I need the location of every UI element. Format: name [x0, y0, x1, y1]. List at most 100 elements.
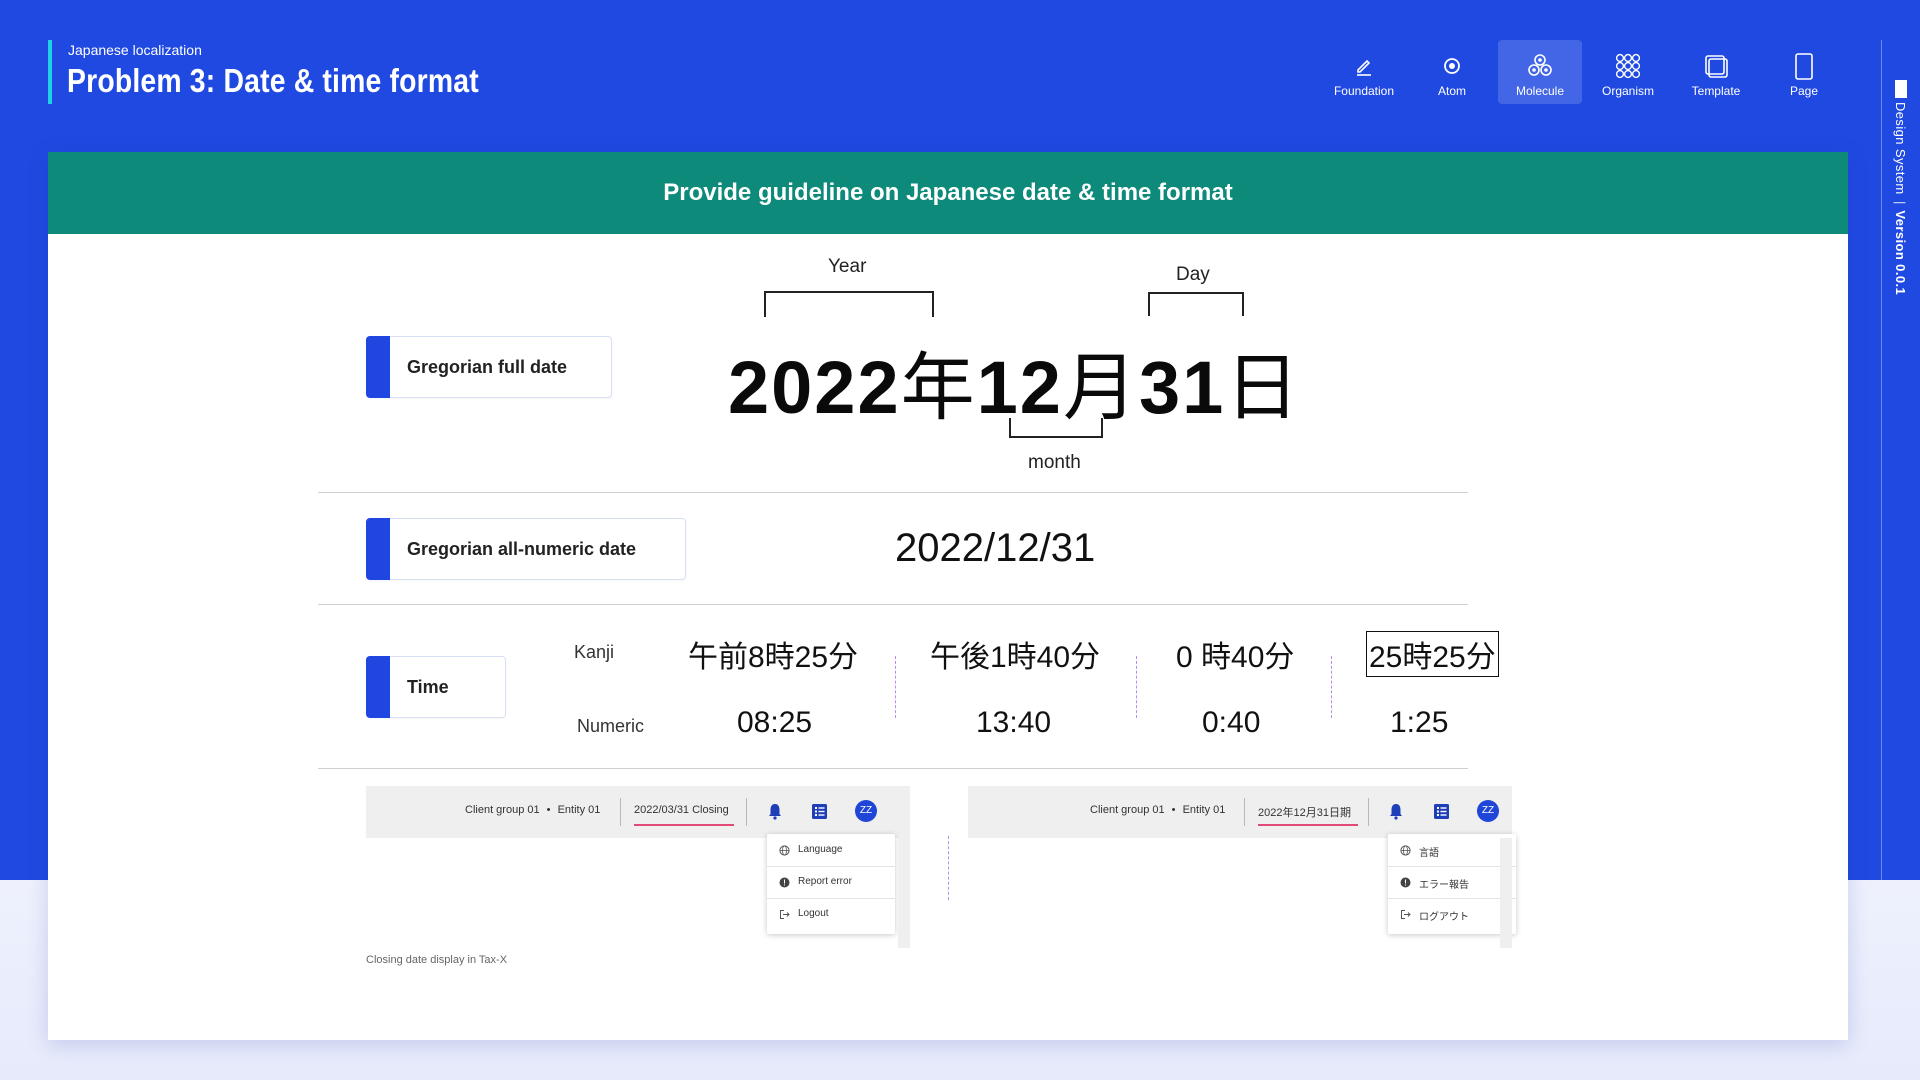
label-gregorian-full-date: Gregorian full date: [366, 336, 612, 398]
time-numeric-4: 1:25: [1390, 706, 1449, 739]
mock-breadcrumb[interactable]: Client group 01 • Entity 01: [1090, 804, 1225, 816]
month-value: 12: [976, 346, 1063, 429]
day-label: Day: [1176, 264, 1210, 285]
nav-item-template[interactable]: Template: [1674, 40, 1758, 104]
mock-header-english: Client group 01 • Entity 01 2022/03/31 C…: [366, 786, 910, 948]
mock-separator: [1368, 798, 1369, 826]
nav-item-molecule[interactable]: Molecule: [1498, 40, 1582, 104]
row-divider: [318, 768, 1468, 769]
menu-item-language[interactable]: Language: [767, 834, 895, 867]
template-icon: [1705, 55, 1728, 78]
nav-label: Organism: [1601, 84, 1654, 98]
page-icon: [1795, 53, 1813, 80]
globe-icon: [779, 845, 790, 856]
time-numeric-3: 0:40: [1202, 706, 1261, 739]
client-group-link[interactable]: Client group 01: [465, 804, 540, 816]
nav-item-foundation[interactable]: Foundation: [1322, 40, 1406, 104]
bell-icon[interactable]: [1387, 802, 1405, 820]
user-menu: Language Report error Logout: [767, 834, 895, 934]
label-tab: [366, 518, 390, 580]
day-bracket: [1148, 292, 1244, 316]
mock-separator: [1244, 798, 1245, 826]
mock-caption: Closing date display in Tax-X: [366, 954, 508, 966]
row-divider: [318, 492, 1468, 493]
version-label: Version 0.0.1: [1893, 210, 1908, 296]
closing-date[interactable]: 2022/03/31 Closing: [634, 804, 729, 816]
closing-underline: [634, 824, 734, 826]
logout-icon: [1401, 910, 1411, 919]
menu-item-language[interactable]: 言語: [1388, 834, 1516, 867]
molecule-icon: [1528, 54, 1552, 76]
menu-item-label: エラー報告: [1419, 880, 1469, 891]
page-title: Problem 3: Date & time format: [67, 62, 479, 99]
nav-item-atom[interactable]: Atom: [1410, 40, 1494, 104]
atom-icon: [1444, 58, 1460, 74]
mock-scroll-edge: [1500, 838, 1512, 948]
closing-date[interactable]: 2022年12月31日期: [1258, 804, 1351, 820]
globe-icon: [1400, 845, 1411, 856]
menu-item-label: 言語: [1419, 848, 1439, 859]
list-icon[interactable]: [1433, 803, 1450, 820]
mock-breadcrumb[interactable]: Client group 01 • Entity 01: [465, 804, 600, 816]
user-menu: 言語 エラー報告 ログアウト: [1388, 834, 1516, 934]
error-icon: [779, 877, 790, 888]
nav-label: Page: [1789, 84, 1819, 98]
menu-item-report-error[interactable]: Report error: [767, 866, 895, 899]
client-group-link[interactable]: Client group 01: [1090, 804, 1165, 816]
day-kanji: 日: [1225, 346, 1302, 429]
design-system-label: Design System: [1893, 102, 1908, 195]
time-numeric-2: 13:40: [976, 706, 1052, 739]
entity-link[interactable]: Entity 01: [1183, 804, 1226, 816]
time-kanji-4: 25時25分: [1366, 631, 1499, 677]
nav-label: Foundation: [1333, 84, 1395, 98]
year-value: 2022: [728, 346, 901, 429]
time-kanji-3: 0 時40分: [1176, 641, 1295, 674]
nav-label: Template: [1691, 84, 1741, 98]
month-kanji: 月: [1062, 346, 1139, 429]
mock-header-japanese: Client group 01 • Entity 01 2022年12月31日期…: [968, 786, 1516, 948]
time-column-separator: [895, 656, 896, 718]
mock-separator: [620, 798, 621, 826]
title-accent-bar: [48, 40, 52, 104]
day-value: 31: [1138, 346, 1226, 429]
time-kanji-1: 午前8時25分: [688, 641, 859, 674]
card-heading: Provide guideline on Japanese date & tim…: [48, 152, 1848, 234]
mock-separator: [746, 798, 747, 826]
avatar[interactable]: ZZ: [855, 800, 877, 822]
logout-icon: [780, 910, 790, 919]
label-text: Gregorian full date: [407, 357, 568, 377]
label-tab: [366, 656, 390, 718]
page-subtitle: Japanese localization: [68, 42, 202, 58]
menu-item-label: Language: [798, 844, 843, 855]
avatar[interactable]: ZZ: [1477, 800, 1499, 822]
side-label: Design System|Version 0.0.1: [1893, 102, 1908, 296]
list-icon[interactable]: [811, 803, 828, 820]
time-column-separator: [1136, 656, 1137, 718]
month-label: month: [1028, 452, 1081, 473]
breadcrumb-dot: •: [1171, 804, 1176, 816]
kanji-row-label: Kanji: [574, 642, 615, 662]
menu-item-label: ログアウト: [1419, 912, 1469, 923]
menu-item-report-error[interactable]: エラー報告: [1388, 866, 1516, 899]
label-gregorian-numeric-date: Gregorian all-numeric date: [366, 518, 686, 580]
entity-link[interactable]: Entity 01: [558, 804, 601, 816]
numeric-date-example: 2022/12/31: [895, 526, 1096, 570]
mock-top-bar: [968, 786, 1512, 838]
label-text: Time: [407, 677, 449, 697]
menu-item-label: Report error: [798, 876, 852, 887]
label-time: Time: [366, 656, 506, 718]
year-kanji: 年: [900, 346, 977, 429]
nav-item-page[interactable]: Page: [1762, 40, 1846, 104]
nav-item-organism[interactable]: Organism: [1586, 40, 1670, 104]
row-divider: [318, 604, 1468, 605]
side-divider: [1881, 40, 1882, 880]
year-bracket: [764, 291, 934, 317]
menu-item-logout[interactable]: Logout: [767, 898, 895, 930]
menu-item-logout[interactable]: ログアウト: [1388, 898, 1516, 930]
year-label: Year: [828, 256, 867, 277]
side-marker: [1895, 80, 1907, 98]
content-card: Provide guideline on Japanese date & tim…: [48, 152, 1848, 1040]
bell-icon[interactable]: [766, 802, 784, 820]
month-bracket: [1009, 418, 1103, 438]
closing-underline: [1258, 824, 1358, 826]
